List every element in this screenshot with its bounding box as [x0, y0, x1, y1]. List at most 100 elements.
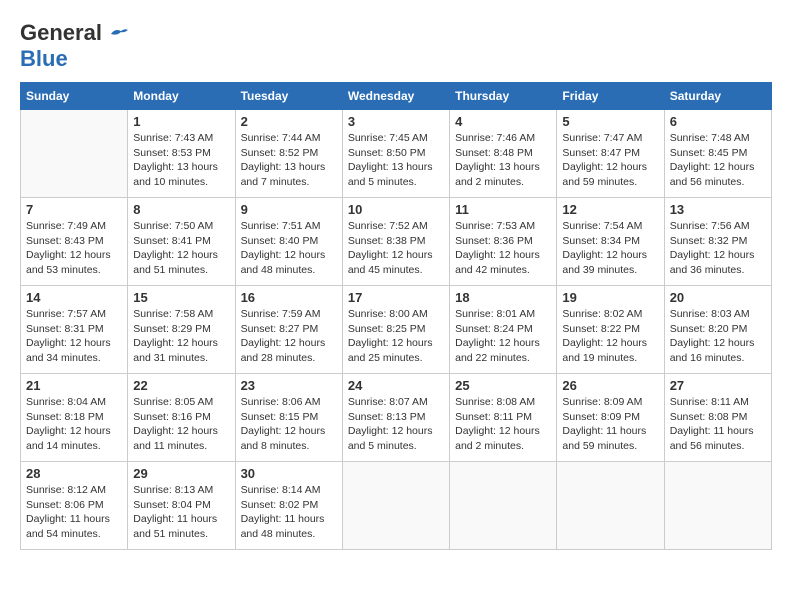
calendar-cell: 22 Sunrise: 8:05 AM Sunset: 8:16 PM Dayli… — [128, 374, 235, 462]
calendar-cell: 19 Sunrise: 8:02 AM Sunset: 8:22 PM Dayli… — [557, 286, 664, 374]
calendar-cell: 30Sunrise: 8:14 AM Sunset: 8:02 PM Dayli… — [235, 462, 342, 550]
calendar-cell: 18 Sunrise: 8:01 AM Sunset: 8:24 PM Dayli… — [450, 286, 557, 374]
calendar-cell: 1 Sunrise: 7:43 AM Sunset: 8:53 PM Daylig… — [128, 110, 235, 198]
calendar-cell: 12Sunrise: 7:54 AM Sunset: 8:34 PM Dayli… — [557, 198, 664, 286]
day-number: 20 — [670, 290, 766, 305]
day-number: 22 — [133, 378, 229, 393]
day-number: 28 — [26, 466, 122, 481]
day-info: Sunrise: 8:11 AM Sunset: 8:08 PM Dayligh… — [670, 395, 766, 454]
calendar-cell — [21, 110, 128, 198]
day-info: Sunrise: 7:45 AM Sunset: 8:50 PM Dayligh… — [348, 131, 444, 190]
day-info: Sunrise: 8:04 AM Sunset: 8:18 PM Dayligh… — [26, 395, 122, 454]
calendar-cell: 11 Sunrise: 7:53 AM Sunset: 8:36 PM Dayli… — [450, 198, 557, 286]
day-number: 3 — [348, 114, 444, 129]
day-info: Sunrise: 8:12 AM Sunset: 8:06 PM Dayligh… — [26, 483, 122, 542]
calendar-cell — [664, 462, 771, 550]
calendar-cell: 20 Sunrise: 8:03 AM Sunset: 8:20 PM Dayli… — [664, 286, 771, 374]
day-number: 1 — [133, 114, 229, 129]
logo-blue-text: Blue — [20, 46, 68, 71]
calendar-cell: 14Sunrise: 7:57 AM Sunset: 8:31 PM Dayli… — [21, 286, 128, 374]
day-info: Sunrise: 8:06 AM Sunset: 8:15 PM Dayligh… — [241, 395, 337, 454]
calendar-cell: 9Sunrise: 7:51 AM Sunset: 8:40 PM Daylig… — [235, 198, 342, 286]
day-info: Sunrise: 7:48 AM Sunset: 8:45 PM Dayligh… — [670, 131, 766, 190]
day-info: Sunrise: 8:07 AM Sunset: 8:13 PM Dayligh… — [348, 395, 444, 454]
day-number: 30 — [241, 466, 337, 481]
day-number: 26 — [562, 378, 658, 393]
day-number: 9 — [241, 202, 337, 217]
calendar-cell: 28 Sunrise: 8:12 AM Sunset: 8:06 PM Dayli… — [21, 462, 128, 550]
day-info: Sunrise: 8:09 AM Sunset: 8:09 PM Dayligh… — [562, 395, 658, 454]
calendar-cell: 5 Sunrise: 7:47 AM Sunset: 8:47 PM Daylig… — [557, 110, 664, 198]
calendar-cell: 3 Sunrise: 7:45 AM Sunset: 8:50 PM Daylig… — [342, 110, 449, 198]
calendar-cell: 29 Sunrise: 8:13 AM Sunset: 8:04 PM Dayli… — [128, 462, 235, 550]
day-info: Sunrise: 8:03 AM Sunset: 8:20 PM Dayligh… — [670, 307, 766, 366]
day-info: Sunrise: 7:53 AM Sunset: 8:36 PM Dayligh… — [455, 219, 551, 278]
day-info: Sunrise: 8:13 AM Sunset: 8:04 PM Dayligh… — [133, 483, 229, 542]
day-number: 29 — [133, 466, 229, 481]
calendar-cell: 27 Sunrise: 8:11 AM Sunset: 8:08 PM Dayli… — [664, 374, 771, 462]
weekday-header-sunday: Sunday — [21, 83, 128, 110]
day-number: 19 — [562, 290, 658, 305]
calendar-cell: 25Sunrise: 8:08 AM Sunset: 8:11 PM Dayli… — [450, 374, 557, 462]
day-number: 21 — [26, 378, 122, 393]
calendar-cell — [557, 462, 664, 550]
day-number: 11 — [455, 202, 551, 217]
calendar-table: SundayMondayTuesdayWednesdayThursdayFrid… — [20, 82, 772, 550]
day-number: 2 — [241, 114, 337, 129]
day-number: 8 — [133, 202, 229, 217]
day-number: 15 — [133, 290, 229, 305]
day-number: 16 — [241, 290, 337, 305]
calendar-cell: 26 Sunrise: 8:09 AM Sunset: 8:09 PM Dayli… — [557, 374, 664, 462]
calendar-cell: 15 Sunrise: 7:58 AM Sunset: 8:29 PM Dayli… — [128, 286, 235, 374]
logo-text: General — [20, 20, 130, 46]
calendar-cell: 21 Sunrise: 8:04 AM Sunset: 8:18 PM Dayli… — [21, 374, 128, 462]
logo: General Blue — [20, 20, 130, 72]
weekday-header-thursday: Thursday — [450, 83, 557, 110]
day-number: 12 — [562, 202, 658, 217]
weekday-header-friday: Friday — [557, 83, 664, 110]
day-number: 23 — [241, 378, 337, 393]
day-info: Sunrise: 8:05 AM Sunset: 8:16 PM Dayligh… — [133, 395, 229, 454]
day-number: 25 — [455, 378, 551, 393]
day-info: Sunrise: 8:02 AM Sunset: 8:22 PM Dayligh… — [562, 307, 658, 366]
weekday-header-tuesday: Tuesday — [235, 83, 342, 110]
calendar-week-row: 7Sunrise: 7:49 AM Sunset: 8:43 PM Daylig… — [21, 198, 772, 286]
calendar-week-row: 14Sunrise: 7:57 AM Sunset: 8:31 PM Dayli… — [21, 286, 772, 374]
day-info: Sunrise: 7:59 AM Sunset: 8:27 PM Dayligh… — [241, 307, 337, 366]
weekday-header-row: SundayMondayTuesdayWednesdayThursdayFrid… — [21, 83, 772, 110]
calendar-cell: 7Sunrise: 7:49 AM Sunset: 8:43 PM Daylig… — [21, 198, 128, 286]
day-info: Sunrise: 7:58 AM Sunset: 8:29 PM Dayligh… — [133, 307, 229, 366]
calendar-cell: 16 Sunrise: 7:59 AM Sunset: 8:27 PM Dayli… — [235, 286, 342, 374]
calendar-cell: 13 Sunrise: 7:56 AM Sunset: 8:32 PM Dayli… — [664, 198, 771, 286]
day-info: Sunrise: 8:00 AM Sunset: 8:25 PM Dayligh… — [348, 307, 444, 366]
logo-bird-icon — [109, 26, 129, 42]
day-number: 5 — [562, 114, 658, 129]
calendar-week-row: 28 Sunrise: 8:12 AM Sunset: 8:06 PM Dayli… — [21, 462, 772, 550]
calendar-cell: 23 Sunrise: 8:06 AM Sunset: 8:15 PM Dayli… — [235, 374, 342, 462]
calendar-cell: 8 Sunrise: 7:50 AM Sunset: 8:41 PM Daylig… — [128, 198, 235, 286]
day-info: Sunrise: 7:43 AM Sunset: 8:53 PM Dayligh… — [133, 131, 229, 190]
calendar-week-row: 21 Sunrise: 8:04 AM Sunset: 8:18 PM Dayli… — [21, 374, 772, 462]
calendar-cell: 17Sunrise: 8:00 AM Sunset: 8:25 PM Dayli… — [342, 286, 449, 374]
day-number: 6 — [670, 114, 766, 129]
calendar-week-row: 1 Sunrise: 7:43 AM Sunset: 8:53 PM Daylig… — [21, 110, 772, 198]
calendar-cell: 10Sunrise: 7:52 AM Sunset: 8:38 PM Dayli… — [342, 198, 449, 286]
day-info: Sunrise: 7:50 AM Sunset: 8:41 PM Dayligh… — [133, 219, 229, 278]
day-info: Sunrise: 7:52 AM Sunset: 8:38 PM Dayligh… — [348, 219, 444, 278]
weekday-header-saturday: Saturday — [664, 83, 771, 110]
day-number: 24 — [348, 378, 444, 393]
day-info: Sunrise: 7:44 AM Sunset: 8:52 PM Dayligh… — [241, 131, 337, 190]
calendar-cell — [450, 462, 557, 550]
day-info: Sunrise: 7:56 AM Sunset: 8:32 PM Dayligh… — [670, 219, 766, 278]
day-info: Sunrise: 7:57 AM Sunset: 8:31 PM Dayligh… — [26, 307, 122, 366]
day-number: 13 — [670, 202, 766, 217]
calendar-cell: 4Sunrise: 7:46 AM Sunset: 8:48 PM Daylig… — [450, 110, 557, 198]
day-number: 27 — [670, 378, 766, 393]
calendar-cell — [342, 462, 449, 550]
calendar-cell: 2 Sunrise: 7:44 AM Sunset: 8:52 PM Daylig… — [235, 110, 342, 198]
day-info: Sunrise: 7:47 AM Sunset: 8:47 PM Dayligh… — [562, 131, 658, 190]
day-number: 7 — [26, 202, 122, 217]
day-number: 18 — [455, 290, 551, 305]
weekday-header-wednesday: Wednesday — [342, 83, 449, 110]
day-info: Sunrise: 8:01 AM Sunset: 8:24 PM Dayligh… — [455, 307, 551, 366]
